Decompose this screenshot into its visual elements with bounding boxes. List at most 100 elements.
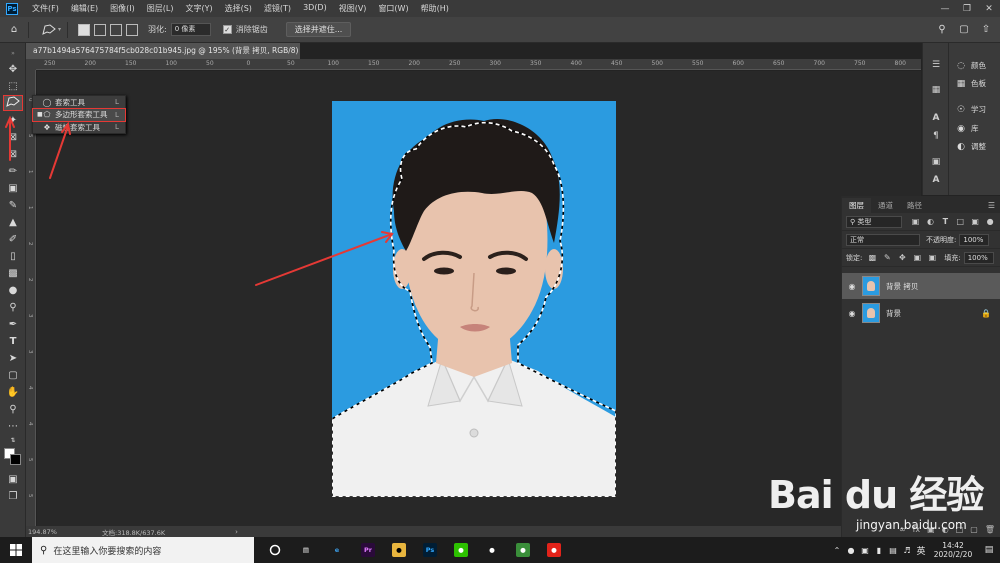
polygonal-lasso-icon[interactable] <box>41 22 57 38</box>
hand-icon[interactable]: ✋ <box>4 386 22 400</box>
lock-position-icon[interactable]: ✥ <box>896 253 908 262</box>
add-selection-mode-button[interactable] <box>94 23 107 36</box>
lock-transparent-icon[interactable]: ▩ <box>866 253 878 262</box>
dodge-icon[interactable]: ⚲ <box>4 301 22 315</box>
filter-pixel-icon[interactable]: ▣ <box>910 217 922 226</box>
menu-item[interactable]: 文字(Y) <box>179 3 218 14</box>
layer-row[interactable]: ◉ 背景 拷贝 <box>842 273 1000 299</box>
flyout-item-lasso[interactable]: ◯ 套索工具 L <box>33 96 125 109</box>
filter-adjustment-icon[interactable]: ◐ <box>925 217 937 226</box>
menu-item[interactable]: 滤镜(T) <box>258 3 297 14</box>
layer-name[interactable]: 背景 <box>886 308 901 319</box>
eye-icon[interactable]: ◉ <box>842 309 862 318</box>
filter-shape-icon[interactable]: □ <box>954 217 966 226</box>
pen-icon[interactable]: ✒ <box>4 318 22 332</box>
dock-entry-swatches[interactable]: ▦ 色板 <box>955 78 986 89</box>
more-icon[interactable]: ⋯ <box>4 420 22 434</box>
type-style-icon[interactable]: A <box>929 173 943 187</box>
menu-item[interactable]: 图层(L) <box>141 3 180 14</box>
swap-colors-icon[interactable]: ⇅ <box>4 434 22 448</box>
subtract-selection-mode-button[interactable] <box>110 23 123 36</box>
menu-item[interactable]: 编辑(E) <box>65 3 104 14</box>
clock[interactable]: 14:42 2020/2/20 <box>928 541 978 559</box>
adjust-icon[interactable]: ☰ <box>929 58 943 72</box>
lock-icon[interactable]: 🔒 <box>981 309 991 318</box>
new-selection-mode-button[interactable] <box>78 23 91 36</box>
menu-item[interactable]: 3D(D) <box>297 3 333 14</box>
shape-icon[interactable]: ▢ <box>4 369 22 383</box>
glyph-icon[interactable]: ▣ <box>929 155 943 169</box>
paragraph-icon[interactable]: ¶ <box>929 129 943 143</box>
intersect-selection-mode-button[interactable] <box>126 23 139 36</box>
edge-icon[interactable]: e <box>324 537 350 563</box>
lock-all-icon[interactable]: ▣ <box>926 253 938 262</box>
premiere-icon[interactable]: Pr <box>355 537 381 563</box>
lock-artboard-icon[interactable]: ▣ <box>911 253 923 262</box>
lock-image-icon[interactable]: ✎ <box>881 253 893 262</box>
healing-icon[interactable]: ▣ <box>4 182 22 196</box>
screen-mode-icon[interactable]: ❐ <box>4 490 22 504</box>
document-photo[interactable] <box>332 101 616 497</box>
fill-input[interactable]: 100% <box>963 251 994 264</box>
frame-icon[interactable]: ⊠ <box>4 148 22 162</box>
app-globe-icon[interactable]: ● <box>510 537 536 563</box>
close-icon[interactable]: ✕ <box>978 4 1000 14</box>
character-icon[interactable]: A <box>929 111 943 125</box>
volume-icon[interactable]: ♬ <box>900 546 914 555</box>
task-view-icon[interactable]: ▤ <box>293 537 319 563</box>
tab-channels[interactable]: 通道 <box>871 198 900 213</box>
dock-entry-color[interactable]: ◌ 颜色 <box>955 60 986 71</box>
tab-layers[interactable]: 图层 <box>842 198 871 213</box>
tray-security-icon[interactable]: ▣ <box>858 546 872 555</box>
eyedropper-icon[interactable]: ✏ <box>4 165 22 179</box>
layer-name[interactable]: 背景 拷贝 <box>886 281 918 292</box>
type-icon[interactable]: T <box>4 335 22 349</box>
filter-type-icon[interactable]: T <box>939 217 951 226</box>
status-chevron-icon[interactable]: › <box>235 528 238 536</box>
flyout-item-polygonal-lasso[interactable]: ■ ⬠ 多边形套索工具 L <box>32 107 126 122</box>
menu-item[interactable]: 窗口(W) <box>372 3 414 14</box>
magic-wand-icon[interactable]: ✦ <box>4 114 22 128</box>
qq-icon[interactable]: ● <box>479 537 505 563</box>
marquee-icon[interactable]: ⬚ <box>4 80 22 94</box>
tab-paths[interactable]: 路径 <box>900 198 929 213</box>
document-tab[interactable]: a77b1494a576475784f5cb028c01b945.jpg @ 1… <box>26 43 300 59</box>
eraser-icon[interactable]: ▯ <box>4 250 22 264</box>
eye-icon[interactable]: ◉ <box>842 282 862 291</box>
menu-item[interactable]: 文件(F) <box>26 3 65 14</box>
toolbar-collapse-icon[interactable]: » <box>4 47 22 61</box>
stamp-icon[interactable]: ▲ <box>4 216 22 230</box>
ime-indicator[interactable]: 英 <box>914 544 928 557</box>
lasso-icon[interactable] <box>3 95 23 111</box>
show-hidden-icons-icon[interactable]: ⌃ <box>830 546 844 555</box>
windows-start-icon[interactable] <box>0 537 32 563</box>
zoom-level[interactable]: 194.87% <box>26 528 84 536</box>
tool-preset-chevron-icon[interactable]: ▾ <box>58 26 61 33</box>
photoshop-icon[interactable]: Ps <box>417 537 443 563</box>
layer-row[interactable]: ◉ 背景 🔒 <box>842 300 1000 326</box>
opacity-input[interactable]: 100% <box>959 233 990 246</box>
menu-item[interactable]: 帮助(H) <box>415 3 455 14</box>
wechat-icon[interactable]: ● <box>448 537 474 563</box>
menu-item[interactable]: 视图(V) <box>333 3 373 14</box>
panel-menu-icon[interactable]: ☰ <box>988 198 1000 213</box>
feather-input[interactable]: 0 像素 <box>170 23 211 36</box>
quick-mask-icon[interactable]: ▣ <box>4 473 22 487</box>
flyout-item-magnetic-lasso[interactable]: ❖ 磁性套索工具 L <box>33 121 125 134</box>
battery-icon[interactable]: ▮ <box>872 546 886 555</box>
workspace-icon[interactable]: ▢ <box>956 22 972 38</box>
properties-icon[interactable]: ▦ <box>929 83 943 97</box>
path-select-icon[interactable]: ➤ <box>4 352 22 366</box>
horizontal-ruler[interactable]: 250 200 150 100 50 0 50 100 150 200 250 300 350 400 45… <box>36 59 946 70</box>
search-icon[interactable]: ⚲ <box>934 22 950 38</box>
home-icon[interactable]: ⌂ <box>6 22 22 38</box>
menu-item[interactable]: 选择(S) <box>219 3 258 14</box>
dock-entry-learn[interactable]: ☉ 学习 <box>955 104 986 115</box>
antialias-checkbox[interactable]: ✓ <box>222 25 232 34</box>
share-icon[interactable]: ⇧ <box>978 22 994 38</box>
blur-icon[interactable]: ● <box>4 284 22 298</box>
explorer-icon[interactable]: ● <box>386 537 412 563</box>
move-icon[interactable]: ✥ <box>4 63 22 77</box>
zoom-icon[interactable]: ⚲ <box>4 403 22 417</box>
tray-app-icon[interactable]: ● <box>844 546 858 555</box>
